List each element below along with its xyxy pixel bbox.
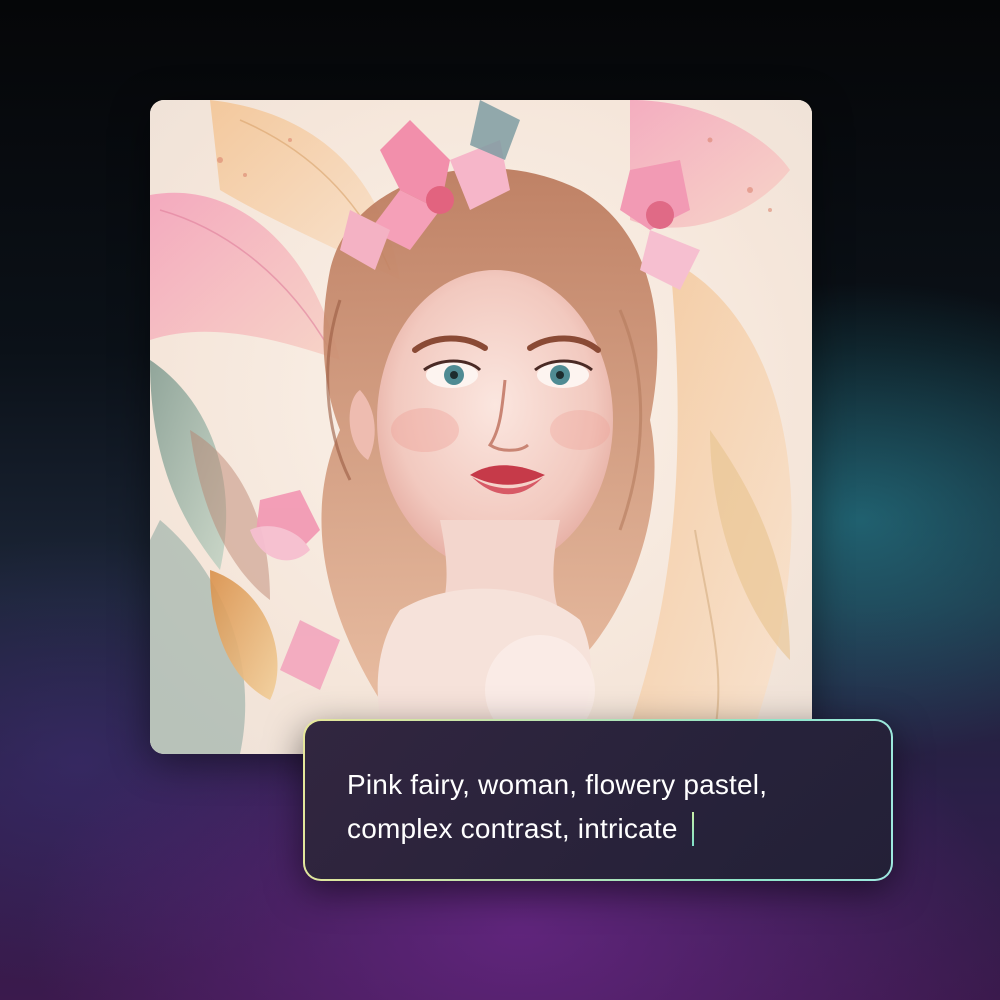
prompt-text[interactable]: Pink fairy, woman, flowery pastel, compl… [347,763,851,851]
page: { "image": { "alt": "Watercolor painting… [0,0,1000,1000]
generated-image-card [150,100,812,754]
prompt-input-box[interactable]: Pink fairy, woman, flowery pastel, compl… [303,719,893,881]
generated-image [150,100,812,754]
prompt-line-2: complex contrast, intricate [347,807,851,851]
prompt-line-2-text: complex contrast, intricate [347,813,678,844]
text-cursor-caret [691,812,694,846]
prompt-line-1: Pink fairy, woman, flowery pastel, [347,769,768,800]
